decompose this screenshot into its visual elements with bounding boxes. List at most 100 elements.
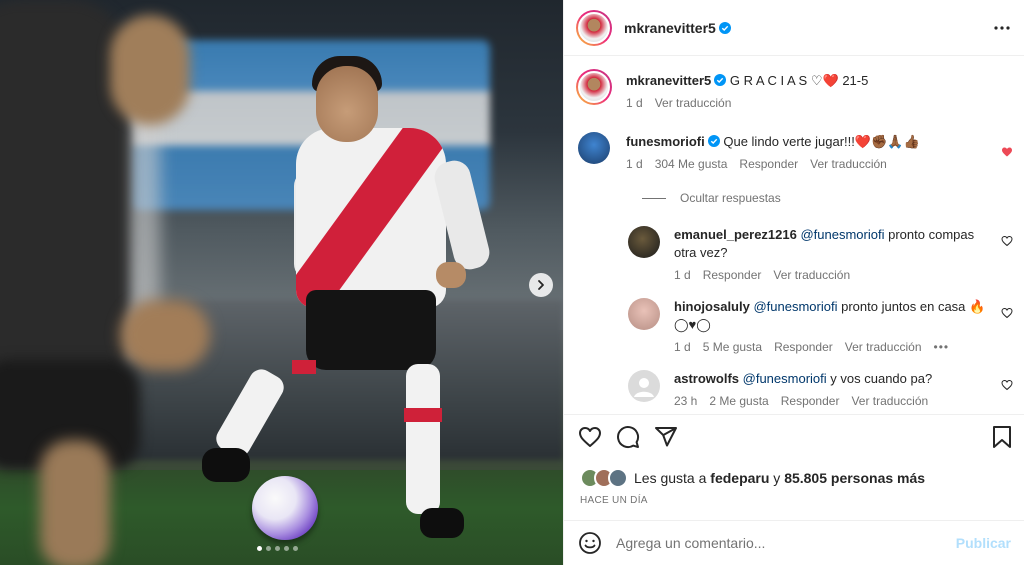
comment-likes[interactable]: 304 Me gusta (655, 155, 728, 173)
foreground-player-leg (40, 440, 110, 565)
avatar (578, 11, 610, 44)
carousel-dot[interactable] (284, 546, 289, 551)
caption-suffix: 21-5 (842, 73, 869, 88)
more-horizontal-icon[interactable] (992, 18, 1012, 38)
player-shirt-sash (296, 128, 446, 308)
share-icon[interactable] (654, 425, 678, 449)
caption-translate-link[interactable]: Ver traducción (655, 94, 732, 112)
carousel-dot[interactable] (275, 546, 280, 551)
liker-avatars (580, 468, 628, 488)
player-sock-stripe (292, 360, 316, 374)
avatar (608, 468, 628, 488)
comment-username[interactable]: funesmoriofi (626, 134, 705, 149)
likes-user[interactable]: fedeparu (710, 470, 769, 486)
avatar[interactable] (628, 370, 660, 402)
action-bar (564, 414, 1024, 458)
reply-translate-link[interactable]: Ver traducción (773, 266, 850, 284)
emoji-icon[interactable] (578, 531, 602, 555)
author-avatar[interactable] (576, 9, 612, 46)
caption-text: G R A C I A S (729, 73, 808, 88)
divider (642, 197, 666, 199)
reply-reply-button[interactable]: Responder (781, 392, 840, 410)
carousel-dots (257, 546, 298, 551)
player-shorts (306, 290, 436, 370)
post-photo[interactable] (0, 0, 563, 565)
reply-likes[interactable]: 2 Me gusta (709, 392, 768, 410)
comment-input[interactable] (616, 535, 956, 551)
verified-badge-icon (714, 74, 727, 86)
player-shirt (296, 128, 446, 308)
carousel-dot[interactable] (293, 546, 298, 551)
reply-reply-button[interactable]: Responder (703, 266, 762, 284)
reply-reply-button[interactable]: Responder (774, 338, 833, 356)
more-options-icon[interactable]: ••• (934, 338, 950, 356)
reply-username[interactable]: astrowolfs (674, 371, 739, 386)
reply-text: y vos cuando pa? (830, 371, 933, 386)
reply-username[interactable]: emanuel_perez1216 (674, 227, 797, 242)
reply-item: emanuel_perez1216 @funesmoriofi pronto c… (628, 226, 1013, 284)
likes-prefix: Les gusta a (634, 470, 707, 486)
soccer-ball (252, 476, 318, 540)
heart-outline-icon[interactable] (1001, 307, 1013, 319)
caption-time: 1 d (626, 96, 643, 110)
chevron-right-icon (538, 280, 544, 290)
comment-composer: Publicar (564, 520, 1024, 565)
comment-emoji: ❤️✊🏾🙏🏾👍🏾 (854, 134, 920, 149)
comment-translate-link[interactable]: Ver traducción (810, 155, 887, 173)
caption-avatar[interactable] (576, 69, 612, 105)
heart-outline-icon[interactable] (1001, 379, 1013, 391)
avatar[interactable] (628, 226, 660, 258)
post-time: HACE UN DÍA (580, 495, 648, 506)
reply-likes[interactable]: 5 Me gusta (703, 338, 762, 356)
reply-mention[interactable]: @funesmoriofi (753, 299, 837, 314)
carousel-next-button[interactable] (529, 273, 553, 297)
post-sidebar: mkranevitter5 mkranevitter5 G R A C I A … (563, 0, 1024, 565)
comment-icon[interactable] (616, 425, 640, 449)
likes-summary[interactable]: Les gusta a fedeparu y 85.805 personas m… (580, 468, 925, 488)
bookmark-icon[interactable] (991, 425, 1013, 449)
verified-badge-icon (707, 135, 720, 147)
post-caption: mkranevitter5 G R A C I A S ♡❤️ 21-5 1 d… (576, 69, 1013, 112)
hide-replies-button[interactable]: Ocultar respuestas (642, 191, 1013, 205)
comments-list[interactable]: mkranevitter5 G R A C I A S ♡❤️ 21-5 1 d… (564, 57, 1024, 414)
foreground-player-arm (120, 300, 210, 370)
likes-count[interactable]: 85.805 personas más (784, 470, 925, 486)
reply-item: astrowolfs @funesmoriofi y vos cuando pa… (628, 370, 1013, 410)
likes-connector: y (773, 470, 781, 486)
avatar[interactable] (628, 298, 660, 330)
heart-filled-icon[interactable] (1001, 146, 1013, 158)
reply-translate-link[interactable]: Ver traducción (851, 392, 928, 410)
fire-emoji: 🔥 (969, 299, 986, 314)
reply-time: 1 d (674, 268, 691, 282)
avatar[interactable] (578, 132, 610, 164)
white-heart-emoji: ♡ (810, 73, 823, 88)
reply-username[interactable]: hinojosaluly (674, 299, 750, 314)
player-right-sock (406, 364, 440, 514)
player-left-boot (202, 448, 250, 482)
heart-outline-icon[interactable] (578, 425, 602, 449)
author-username-text[interactable]: mkranevitter5 (624, 20, 716, 36)
comment-text: Que lindo verte jugar!!! (723, 134, 855, 149)
author-username[interactable]: mkranevitter5 (624, 20, 731, 36)
comment-item: funesmoriofi Que lindo verte jugar!!!❤️✊… (576, 132, 1013, 173)
carousel-dot[interactable] (266, 546, 271, 551)
red-heart-emoji: ❤️ (822, 73, 839, 88)
comment-reply-button[interactable]: Responder (739, 155, 798, 173)
default-avatar-icon (634, 378, 654, 397)
caption-username[interactable]: mkranevitter5 (626, 73, 711, 88)
comment-time: 1 d (626, 157, 643, 171)
verified-badge-icon (718, 21, 731, 34)
post-comment-button[interactable]: Publicar (956, 535, 1011, 551)
reply-mention[interactable]: @funesmoriofi (743, 371, 827, 386)
reply-mention[interactable]: @funesmoriofi (800, 227, 884, 242)
post-header: mkranevitter5 (564, 0, 1024, 56)
hide-replies-label[interactable]: Ocultar respuestas (680, 191, 781, 205)
player-head (316, 66, 378, 142)
avatar (578, 71, 610, 103)
heart-outline-icon[interactable] (1001, 235, 1013, 247)
carousel-dot[interactable] (257, 546, 262, 551)
player-sock-stripe (404, 408, 442, 422)
reply-translate-link[interactable]: Ver traducción (845, 338, 922, 356)
player-hand (436, 262, 466, 288)
reply-text: pronto juntos en casa (841, 299, 966, 314)
